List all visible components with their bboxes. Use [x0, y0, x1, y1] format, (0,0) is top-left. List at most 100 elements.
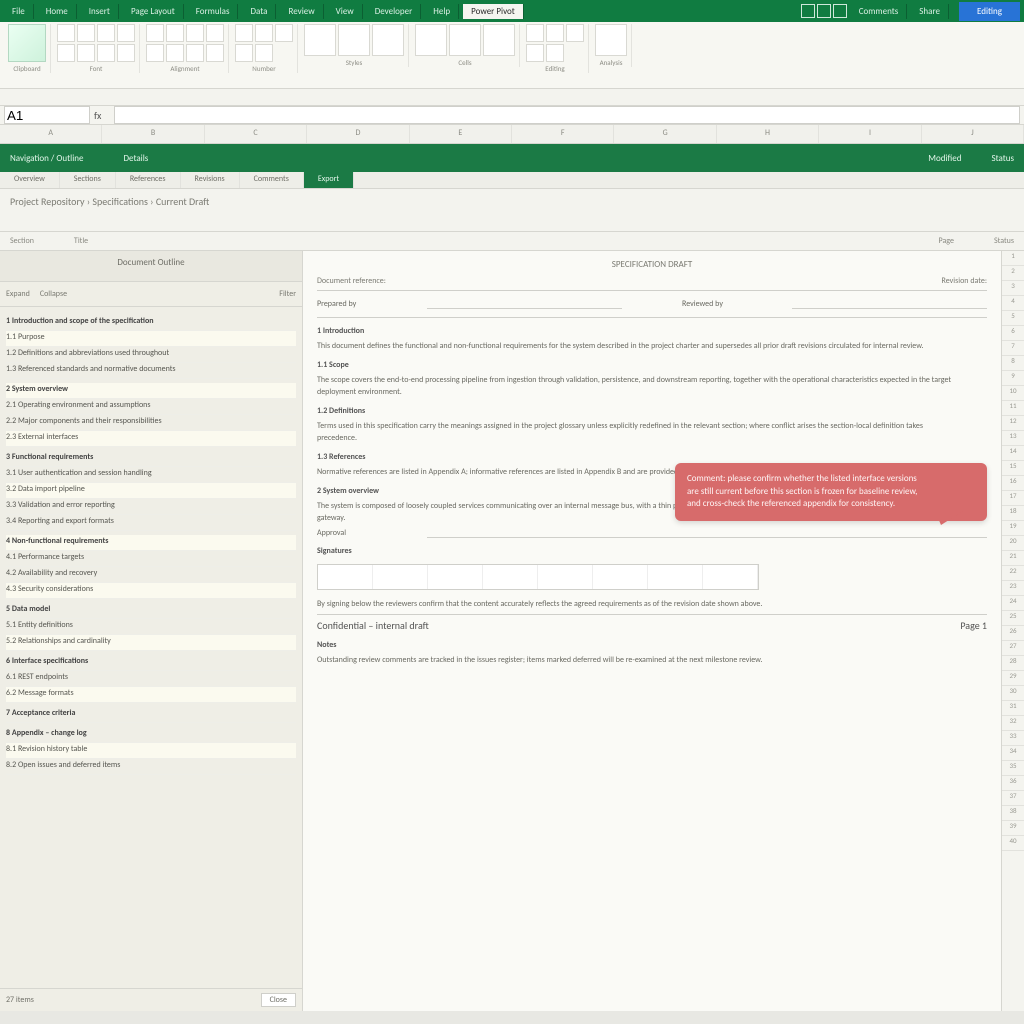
row-number[interactable]: 9: [1002, 371, 1024, 386]
merge-icon[interactable]: [146, 44, 164, 62]
outline-row[interactable]: 6.2 Message formats: [6, 687, 296, 703]
row-number[interactable]: 34: [1002, 746, 1024, 761]
outline-row[interactable]: 2.1 Operating environment and assumption…: [6, 399, 296, 415]
fx-icon[interactable]: fx: [94, 109, 110, 122]
comma-icon[interactable]: [275, 24, 293, 42]
row-number[interactable]: 31: [1002, 701, 1024, 716]
row-number[interactable]: 2: [1002, 266, 1024, 281]
row-number[interactable]: 28: [1002, 656, 1024, 671]
outline-row[interactable]: 5.1 Entity definitions: [6, 619, 296, 635]
row-number[interactable]: 30: [1002, 686, 1024, 701]
minimize-icon[interactable]: [801, 4, 815, 18]
wrap-text-icon[interactable]: [206, 24, 224, 42]
col-header[interactable]: I: [819, 125, 921, 143]
outline-row[interactable]: 3.2 Data import pipeline: [6, 483, 296, 499]
orientation-icon[interactable]: [206, 44, 224, 62]
row-number[interactable]: 20: [1002, 536, 1024, 551]
row-number[interactable]: 18: [1002, 506, 1024, 521]
row-number[interactable]: 6: [1002, 326, 1024, 341]
row-number[interactable]: 4: [1002, 296, 1024, 311]
name-box[interactable]: [4, 106, 90, 124]
outline-row[interactable]: 4.1 Performance targets: [6, 551, 296, 567]
autosum-icon[interactable]: [526, 24, 544, 42]
row-number[interactable]: 5: [1002, 311, 1024, 326]
field-value[interactable]: [792, 299, 987, 309]
outline-row[interactable]: 4 Non-functional requirements: [6, 535, 296, 551]
sidebar-collapse-button[interactable]: Collapse: [40, 289, 67, 299]
row-number[interactable]: 40: [1002, 836, 1024, 851]
insert-cells-icon[interactable]: [415, 24, 447, 56]
fill-color-icon[interactable]: [57, 44, 75, 62]
outline-row[interactable]: 2.3 External interfaces: [6, 431, 296, 447]
ribbon-tab-home[interactable]: Home: [38, 4, 77, 19]
col-header[interactable]: C: [205, 125, 307, 143]
indent-increase-icon[interactable]: [186, 44, 204, 62]
row-number[interactable]: 1: [1002, 251, 1024, 266]
fill-icon[interactable]: [546, 24, 564, 42]
comments-button[interactable]: Comments: [851, 4, 908, 19]
outline-row[interactable]: 3 Functional requirements: [6, 451, 296, 467]
underline-icon[interactable]: [97, 24, 115, 42]
sort-filter-icon[interactable]: [526, 44, 544, 62]
row-number[interactable]: 19: [1002, 521, 1024, 536]
outline-row[interactable]: 8.1 Revision history table: [6, 743, 296, 759]
outline-row[interactable]: 2 System overview: [6, 383, 296, 399]
outline-row[interactable]: 4.2 Availability and recovery: [6, 567, 296, 583]
ribbon-tab-data[interactable]: Data: [242, 4, 276, 19]
row-number[interactable]: 22: [1002, 566, 1024, 581]
subtab-overview[interactable]: Overview: [0, 172, 60, 188]
clear-icon[interactable]: [566, 24, 584, 42]
row-number[interactable]: 12: [1002, 416, 1024, 431]
row-number[interactable]: 21: [1002, 551, 1024, 566]
row-number[interactable]: 32: [1002, 716, 1024, 731]
outline-row[interactable]: 1.3 Referenced standards and normative d…: [6, 363, 296, 379]
row-number[interactable]: 10: [1002, 386, 1024, 401]
row-number[interactable]: 33: [1002, 731, 1024, 746]
row-number[interactable]: 27: [1002, 641, 1024, 656]
subtab-export[interactable]: Export: [304, 172, 354, 188]
outline-row[interactable]: 5.2 Relationships and cardinality: [6, 635, 296, 651]
row-number[interactable]: 7: [1002, 341, 1024, 356]
row-number[interactable]: 13: [1002, 431, 1024, 446]
font-family-icon[interactable]: [117, 44, 135, 62]
ribbon-tab-insert[interactable]: Insert: [81, 4, 119, 19]
row-number[interactable]: 8: [1002, 356, 1024, 371]
row-number[interactable]: 35: [1002, 761, 1024, 776]
document-pane[interactable]: SPECIFICATION DRAFT Document reference: …: [303, 251, 1001, 1011]
format-cells-icon[interactable]: [483, 24, 515, 56]
outline-row[interactable]: 8.2 Open issues and deferred items: [6, 759, 296, 775]
col-header[interactable]: D: [307, 125, 409, 143]
row-number[interactable]: 29: [1002, 671, 1024, 686]
col-header[interactable]: J: [922, 125, 1024, 143]
sidebar-filter-button[interactable]: Filter: [279, 289, 296, 299]
bold-icon[interactable]: [57, 24, 75, 42]
ribbon-tab-view[interactable]: View: [328, 4, 363, 19]
decrease-decimal-icon[interactable]: [255, 44, 273, 62]
comment-callout[interactable]: Comment: please confirm whether the list…: [675, 463, 987, 521]
align-left-icon[interactable]: [146, 24, 164, 42]
col-header[interactable]: F: [512, 125, 614, 143]
outline-row[interactable]: 2.2 Major components and their responsib…: [6, 415, 296, 431]
maximize-icon[interactable]: [817, 4, 831, 18]
outline-row[interactable]: 1.2 Definitions and abbreviations used t…: [6, 347, 296, 363]
col-header[interactable]: E: [410, 125, 512, 143]
row-number[interactable]: 26: [1002, 626, 1024, 641]
outline-row[interactable]: 8 Appendix – change log: [6, 727, 296, 743]
subtab-revisions[interactable]: Revisions: [181, 172, 240, 188]
indent-decrease-icon[interactable]: [166, 44, 184, 62]
increase-decimal-icon[interactable]: [235, 44, 253, 62]
field-value[interactable]: [427, 299, 622, 309]
ribbon-tab-file[interactable]: File: [4, 4, 34, 19]
sidebar-list[interactable]: 1 Introduction and scope of the specific…: [0, 307, 302, 988]
subtab-references[interactable]: References: [116, 172, 181, 188]
col-header[interactable]: A: [0, 125, 102, 143]
row-number[interactable]: 24: [1002, 596, 1024, 611]
row-number[interactable]: 15: [1002, 461, 1024, 476]
conditional-formatting-icon[interactable]: [304, 24, 336, 56]
outline-row[interactable]: 3.3 Validation and error reporting: [6, 499, 296, 515]
row-number[interactable]: 38: [1002, 806, 1024, 821]
field-value[interactable]: [427, 528, 987, 538]
row-number[interactable]: 14: [1002, 446, 1024, 461]
close-icon[interactable]: [833, 4, 847, 18]
row-number[interactable]: 39: [1002, 821, 1024, 836]
